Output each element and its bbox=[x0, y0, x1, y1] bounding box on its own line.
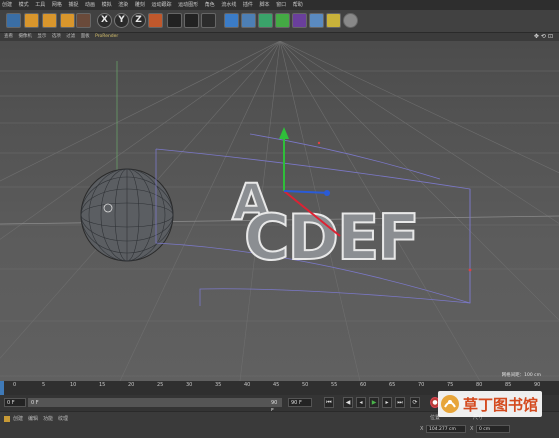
menu-character[interactable]: 角色 bbox=[205, 0, 215, 10]
x-axis-button[interactable]: X bbox=[97, 13, 112, 28]
view-menu-panel[interactable]: 面板 bbox=[81, 33, 90, 41]
cube-icon[interactable] bbox=[224, 13, 239, 28]
tick-label: 10 bbox=[70, 382, 77, 388]
prev-frame-button[interactable]: ◂ bbox=[356, 397, 366, 408]
menu-mode[interactable]: 模式 bbox=[19, 0, 29, 10]
menu-simulate[interactable]: 模拟 bbox=[102, 0, 112, 10]
y-axis-button[interactable]: Y bbox=[114, 13, 129, 28]
render-view-icon[interactable] bbox=[167, 13, 182, 28]
tick-label: 0 bbox=[13, 382, 17, 388]
watermark-text: 草丁图书馆 bbox=[463, 395, 539, 414]
3d-viewport[interactable]: A CDEF 网格间距：100 cm bbox=[0, 41, 559, 381]
tick-label: 15 bbox=[99, 382, 106, 388]
menu-plugins[interactable]: 插件 bbox=[243, 0, 253, 10]
loop-button[interactable]: ⟳ bbox=[410, 397, 420, 408]
grid-spacing-label: 网格间距：100 cm bbox=[501, 373, 541, 378]
z-axis-button[interactable]: Z bbox=[131, 13, 146, 28]
menu-help[interactable]: 帮助 bbox=[293, 0, 303, 10]
deformer-handle[interactable] bbox=[468, 268, 472, 272]
view-menu-options[interactable]: 选项 bbox=[52, 33, 61, 41]
floor-icon[interactable] bbox=[309, 13, 324, 28]
play-button[interactable]: ▶ bbox=[369, 397, 379, 408]
coordinate-system-icon[interactable] bbox=[148, 13, 163, 28]
tick-label: 90 bbox=[534, 382, 541, 388]
view-menu-cameras[interactable]: 摄像机 bbox=[18, 33, 32, 41]
tick-label: 55 bbox=[331, 382, 338, 388]
menu-sculpt[interactable]: 雕刻 bbox=[135, 0, 145, 10]
frame-range-slider[interactable]: 0 F bbox=[28, 398, 280, 407]
sphere-object[interactable] bbox=[80, 168, 174, 262]
deformer-icon[interactable] bbox=[292, 13, 307, 28]
cloner-icon[interactable] bbox=[275, 13, 290, 28]
menu-create[interactable]: 创建 bbox=[2, 0, 12, 10]
rotate-tool-icon[interactable] bbox=[60, 13, 75, 28]
menu-script[interactable]: 脚本 bbox=[260, 0, 270, 10]
size-x-label: X bbox=[470, 426, 474, 432]
tab-texture[interactable]: 纹理 bbox=[58, 415, 68, 422]
main-menubar: 创建 模式 工具 网格 捕捉 动画 模拟 渲染 雕刻 运动跟踪 运动图形 角色 … bbox=[0, 0, 559, 10]
tick-label: 35 bbox=[215, 382, 222, 388]
render-settings-icon[interactable] bbox=[201, 13, 216, 28]
select-tool-icon[interactable] bbox=[76, 13, 91, 28]
timeline-playhead[interactable] bbox=[0, 381, 4, 395]
menu-animate[interactable]: 动画 bbox=[85, 0, 95, 10]
tab-create[interactable]: 创建 bbox=[13, 415, 23, 422]
tick-label: 30 bbox=[186, 382, 193, 388]
menu-tools[interactable]: 工具 bbox=[35, 0, 45, 10]
view-menu-view[interactable]: 查看 bbox=[4, 33, 13, 41]
subdivision-icon[interactable] bbox=[258, 13, 273, 28]
site-watermark: 草丁图书馆 bbox=[438, 391, 543, 417]
tick-label: 75 bbox=[447, 382, 454, 388]
tab-edit[interactable]: 编辑 bbox=[28, 415, 38, 422]
view-menu-filter[interactable]: 过滤 bbox=[66, 33, 75, 41]
scale-tool-icon[interactable] bbox=[42, 13, 57, 28]
tab-function[interactable]: 功能 bbox=[43, 415, 53, 422]
menu-render[interactable]: 渲染 bbox=[118, 0, 128, 10]
menu-window[interactable]: 窗口 bbox=[276, 0, 286, 10]
viewport-nav-icons[interactable]: ✥⟲⊡ bbox=[534, 33, 555, 41]
tick-label: 85 bbox=[505, 382, 512, 388]
move-tool-icon[interactable] bbox=[24, 13, 39, 28]
tick-label: 5 bbox=[42, 382, 46, 388]
menu-pipeline[interactable]: 流水线 bbox=[221, 0, 236, 10]
pos-x-field[interactable]: 104.277 cm bbox=[426, 425, 466, 433]
watermark-logo-icon bbox=[441, 395, 459, 413]
next-frame-button[interactable]: ▸ bbox=[382, 397, 392, 408]
deformer-handle-top[interactable] bbox=[317, 141, 321, 145]
tick-label: 20 bbox=[128, 382, 135, 388]
material-manager-icon bbox=[4, 416, 10, 422]
pos-x-label: X bbox=[420, 426, 424, 432]
menu-snap[interactable]: 捕捉 bbox=[68, 0, 78, 10]
render-picture-viewer-icon[interactable] bbox=[184, 13, 199, 28]
view-menu-prorender[interactable]: ProRender bbox=[95, 33, 118, 41]
go-to-end-button[interactable]: ⏭ bbox=[395, 397, 405, 408]
light-icon[interactable] bbox=[343, 13, 358, 28]
viewport-menu: 查看 摄像机 显示 选项 过滤 面板 ProRender ✥⟲⊡ bbox=[0, 33, 559, 41]
tick-label: 65 bbox=[389, 382, 396, 388]
tick-label: 60 bbox=[360, 382, 367, 388]
undo-icon[interactable] bbox=[6, 13, 21, 28]
menu-mograph[interactable]: 运动图形 bbox=[178, 0, 198, 10]
end-frame-field[interactable]: 90 F bbox=[288, 398, 312, 407]
tick-label: 80 bbox=[476, 382, 483, 388]
view-menu-display[interactable]: 显示 bbox=[37, 33, 46, 41]
viewport-scene: A CDEF bbox=[0, 41, 559, 381]
pen-icon[interactable] bbox=[241, 13, 256, 28]
tick-label: 70 bbox=[418, 382, 425, 388]
tick-label: 50 bbox=[302, 382, 309, 388]
tick-label: 45 bbox=[273, 382, 280, 388]
main-toolbar: X Y Z bbox=[0, 10, 559, 33]
range-end-field[interactable]: 90 F bbox=[268, 398, 282, 414]
text-letters: CDEF bbox=[244, 201, 418, 274]
tick-label: 25 bbox=[157, 382, 164, 388]
menu-mesh[interactable]: 网格 bbox=[52, 0, 62, 10]
camera-icon[interactable] bbox=[326, 13, 341, 28]
start-frame-field[interactable]: 0 F bbox=[4, 398, 26, 407]
menu-motion-tracking[interactable]: 运动跟踪 bbox=[151, 0, 171, 10]
prev-key-button[interactable]: ◀ bbox=[343, 397, 353, 408]
tick-label: 40 bbox=[244, 382, 251, 388]
size-x-field[interactable]: 0 cm bbox=[476, 425, 510, 433]
go-to-start-button[interactable]: ⏮ bbox=[324, 397, 334, 408]
